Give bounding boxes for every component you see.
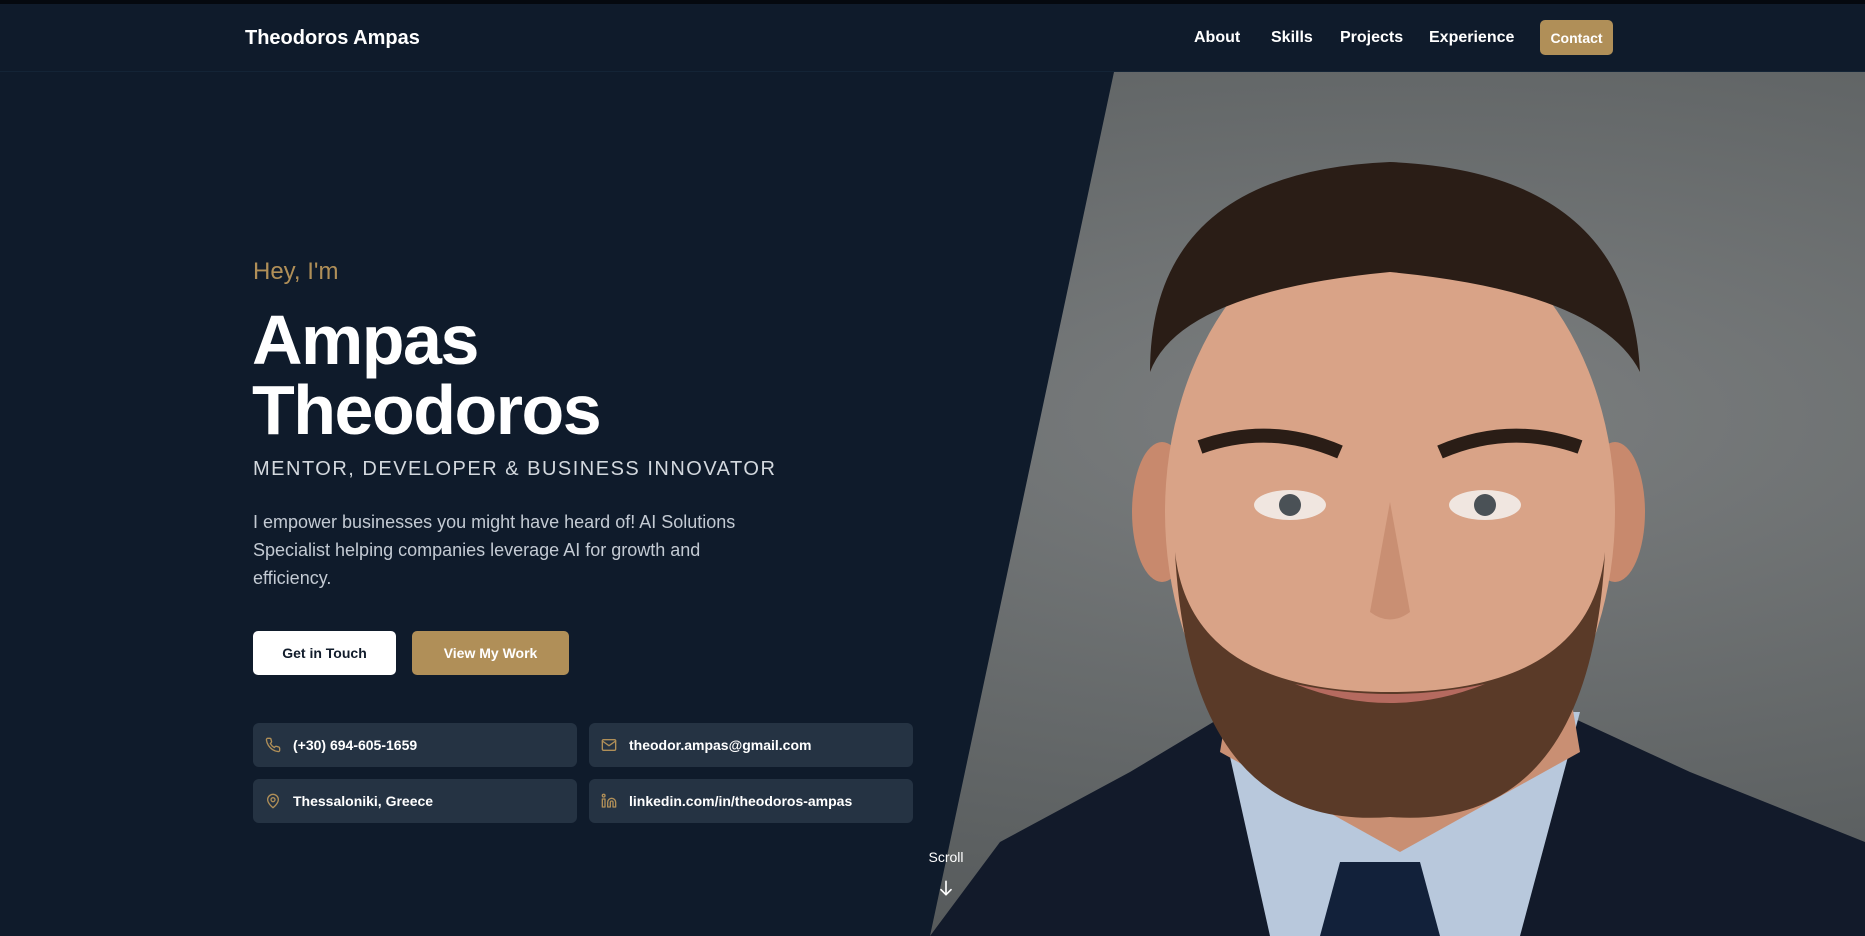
brand-logo[interactable]: Theodoros Ampas [245, 27, 420, 50]
hero-role: MENTOR, DEVELOPER & BUSINESS INNOVATOR [253, 458, 777, 480]
map-pin-icon [265, 793, 281, 809]
arrow-down-icon[interactable] [936, 878, 956, 898]
view-my-work-button[interactable]: View My Work [412, 631, 569, 675]
phone-icon [265, 737, 281, 753]
nav-link-skills[interactable]: Skills [1271, 29, 1313, 47]
contact-button[interactable]: Contact [1540, 20, 1613, 55]
location-text: Thessaloniki, Greece [293, 793, 434, 809]
greeting: Hey, I'm [253, 258, 339, 285]
get-in-touch-button[interactable]: Get in Touch [253, 631, 396, 675]
mail-icon [601, 737, 617, 753]
scroll-label[interactable]: Scroll [920, 849, 972, 865]
hero-name-line2: Theodoros [252, 371, 602, 449]
navbar: Theodoros Ampas About Skills Projects Ex… [0, 4, 1865, 72]
location-card[interactable]: Thessaloniki, Greece [253, 779, 577, 823]
linkedin-card[interactable]: linkedin.com/in/theodoros-ampas [589, 779, 913, 823]
linkedin-text: linkedin.com/in/theodoros-ampas [629, 793, 853, 809]
email-text: theodor.ampas@gmail.com [629, 737, 812, 753]
hero-description: I empower businesses you might have hear… [253, 512, 736, 588]
nav-link-experience[interactable]: Experience [1429, 29, 1514, 47]
phone-text: (+30) 694-605-1659 [293, 737, 418, 753]
hero-name-line1: Ampas [252, 301, 479, 379]
hero-name: Ampas Theodoros [252, 301, 602, 449]
nav-link-projects[interactable]: Projects [1340, 29, 1403, 47]
phone-card[interactable]: (+30) 694-605-1659 [253, 723, 577, 767]
email-card[interactable]: theodor.ampas@gmail.com [589, 723, 913, 767]
nav-link-about[interactable]: About [1194, 29, 1240, 47]
linkedin-icon [601, 793, 617, 809]
